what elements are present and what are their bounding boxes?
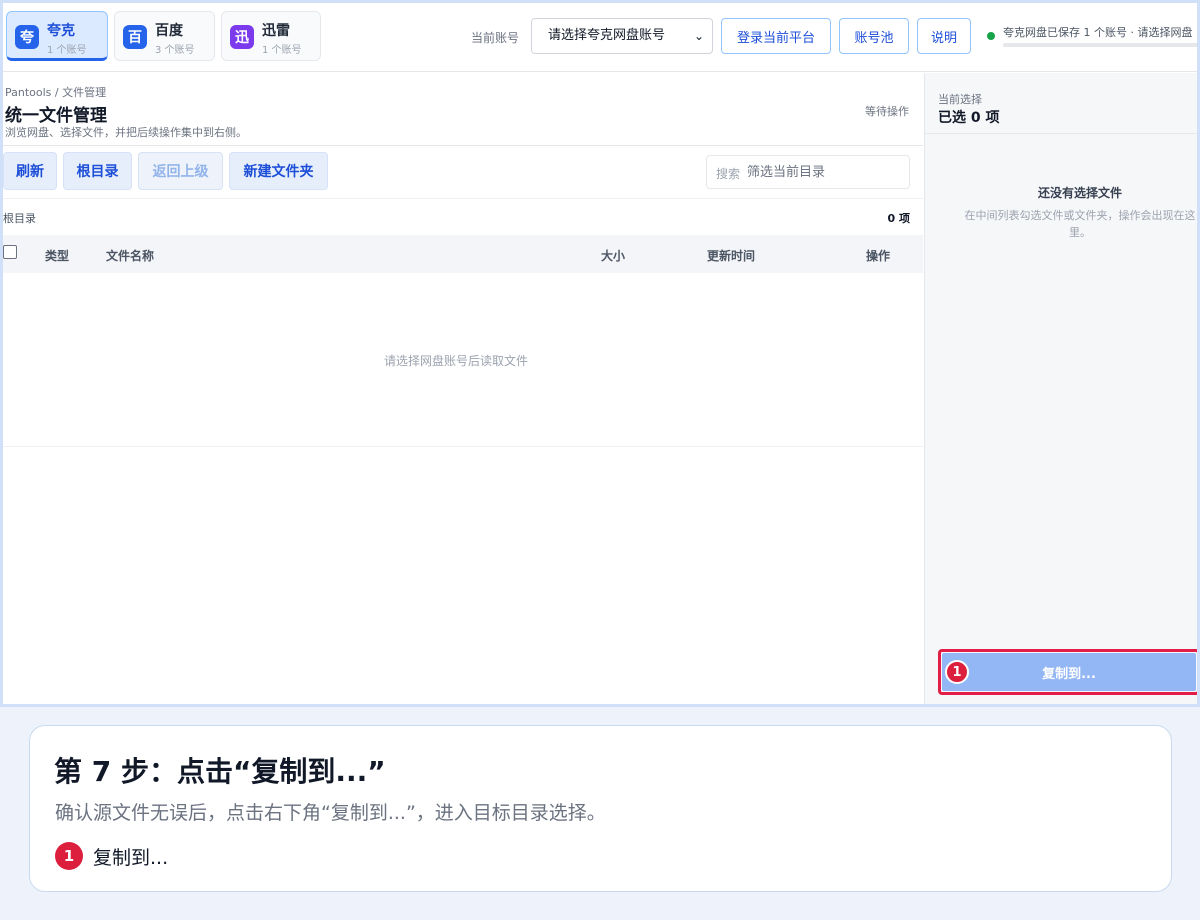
column-type: 类型 [45,249,70,263]
account-select-value: 请选择夸克网盘账号 [548,28,666,43]
column-actions: 操作 [866,249,891,263]
item-count: 0 项 [887,212,910,225]
platform-account-count: 1 个账号 [262,45,302,56]
column-name: 文件名称 [106,249,155,263]
step-description: 确认源文件无误后，点击右下角“复制到...”，进入目标目录选择。 [55,802,606,824]
page-subtitle: 浏览网盘、选择文件，并把后续操作集中到右侧。 [5,126,247,139]
login-platform-button[interactable]: 登录当前平台 [721,18,831,54]
platform-tab-quark[interactable]: 夸 夸克 1 个账号 [6,11,108,61]
platform-account-count: 1 个账号 [47,45,87,56]
selection-count: 已选 0 项 [938,110,1000,126]
refresh-button[interactable]: 刷新 [3,152,57,190]
xunlei-icon: 迅 [230,25,254,49]
copy-to-button[interactable]: 复制到... [942,653,1196,691]
step-item-label: 复制到... [93,846,169,869]
file-manager-main: Pantools / 文件管理 统一文件管理 浏览网盘、选择文件，并把后续操作集… [3,73,923,704]
step-card: 第 7 步：点击“复制到...” 确认源文件无误后，点击右下角“复制到...”，… [29,725,1172,892]
divider [925,133,1197,134]
account-status-text: 夸克网盘已保存 1 个账号 · 请选择网盘 [1003,26,1193,39]
top-bar: 夸 夸克 1 个账号 百 百度 3 个账号 迅 迅雷 1 个账号 当前账号 请选… [3,3,1197,72]
filter-input[interactable] [747,161,902,183]
platform-name: 百度 [155,23,183,39]
empty-selection-title: 还没有选择文件 [1037,186,1122,200]
quark-icon: 夸 [15,25,39,49]
search-label: 搜索 [716,167,741,181]
status-dot-icon [987,32,995,40]
current-path: 根目录 [3,212,36,225]
chevron-down-icon: ⌄ [693,29,704,43]
platform-tab-baidu[interactable]: 百 百度 3 个账号 [114,11,215,61]
breadcrumb: Pantools / 文件管理 [5,86,107,99]
help-button[interactable]: 说明 [917,18,971,54]
column-updated: 更新时间 [707,249,756,263]
select-all-checkbox[interactable] [3,245,17,259]
column-size: 大小 [601,249,626,263]
account-select[interactable]: 请选择夸克网盘账号 ⌄ [531,18,713,54]
step-item: 1 复制到... [55,842,169,870]
empty-state-text: 请选择网盘账号后读取文件 [383,354,528,368]
step-title: 第 7 步：点击“复制到...” [54,755,386,788]
step-marker-badge: 1 [945,660,969,684]
go-up-button[interactable]: 返回上级 [138,152,223,190]
operation-status: 等待操作 [865,105,909,118]
platform-account-count: 3 个账号 [155,45,195,56]
account-label: 当前账号 [471,31,520,45]
page-title: 统一文件管理 [5,106,107,126]
root-dir-button[interactable]: 根目录 [63,152,132,190]
filter-box: 搜索 [706,155,910,189]
platform-name: 夸克 [47,23,75,39]
divider [3,145,923,146]
divider [3,198,923,199]
baidu-icon: 百 [123,25,147,49]
table-header: 类型 文件名称 大小 更新时间 操作 [3,235,923,273]
copy-to-highlight: 复制到... 1 [938,649,1197,695]
empty-selection-desc: 在中间列表勾选文件或文件夹，操作会出现在这里。 [964,209,1196,239]
status-bar [1003,43,1197,47]
account-pool-button[interactable]: 账号池 [839,18,909,54]
file-list-empty: 请选择网盘账号后读取文件 [3,273,923,447]
new-folder-button[interactable]: 新建文件夹 [229,152,328,190]
platform-name: 迅雷 [262,23,290,39]
selection-label: 当前选择 [938,93,982,106]
app-window: 夸 夸克 1 个账号 百 百度 3 个账号 迅 迅雷 1 个账号 当前账号 请选… [0,0,1200,707]
step-item-badge: 1 [55,842,83,870]
selection-panel: 当前选择 已选 0 项 还没有选择文件 在中间列表勾选文件或文件夹，操作会出现在… [924,73,1197,704]
platform-tab-xunlei[interactable]: 迅 迅雷 1 个账号 [221,11,321,61]
